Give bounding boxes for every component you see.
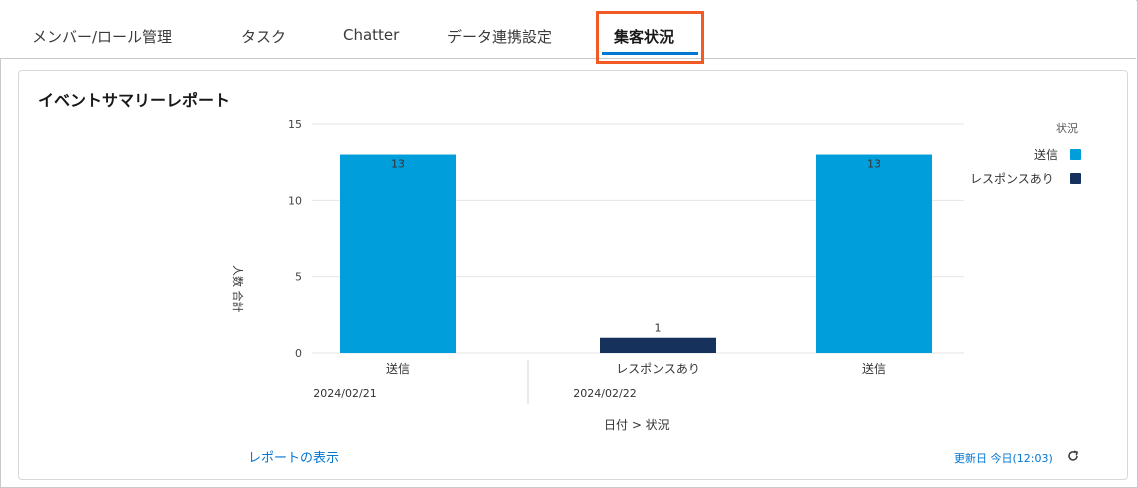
x-group-label: 2024/02/22 — [573, 387, 636, 400]
y-tick-label: 10 — [288, 194, 302, 207]
bar-value-label: 13 — [867, 158, 881, 171]
x-category-label: 送信 — [386, 361, 410, 376]
bar — [600, 337, 716, 353]
view-report-link[interactable]: レポートの表示 — [248, 447, 339, 466]
updated-timestamp: 更新日 今日(12:03) — [954, 452, 1053, 465]
refresh-icon[interactable] — [1066, 449, 1080, 463]
chart-y-ticks: 0 5 10 15 — [288, 118, 302, 360]
bar — [816, 154, 932, 353]
x-category-label: レスポンスあり — [616, 362, 700, 376]
legend-swatch-response — [1070, 173, 1081, 184]
y-tick-label: 0 — [295, 347, 302, 360]
x-group-label: 2024/02/21 — [313, 387, 376, 400]
legend-title: 状況 — [1056, 122, 1078, 135]
y-axis-title: 人数 合計 — [231, 265, 244, 313]
x-category-label: 送信 — [862, 361, 886, 376]
y-tick-label: 15 — [288, 118, 302, 131]
bar-chart: 0 5 10 15 13 送信 1 レスポンスあり 13 送信 2024/02/21 2024/02… — [288, 118, 964, 404]
x-axis-title: 日付 > 状況 — [604, 418, 670, 432]
chart-bars — [340, 154, 932, 353]
legend-label-sent: 送信 — [1034, 148, 1059, 162]
legend-swatch-sent — [1070, 149, 1081, 160]
bar — [340, 154, 456, 353]
bar-value-label: 1 — [655, 322, 662, 335]
legend-label-response: レスポンスあり — [970, 172, 1054, 186]
y-tick-label: 5 — [295, 271, 302, 284]
bar-value-label: 13 — [391, 158, 405, 171]
